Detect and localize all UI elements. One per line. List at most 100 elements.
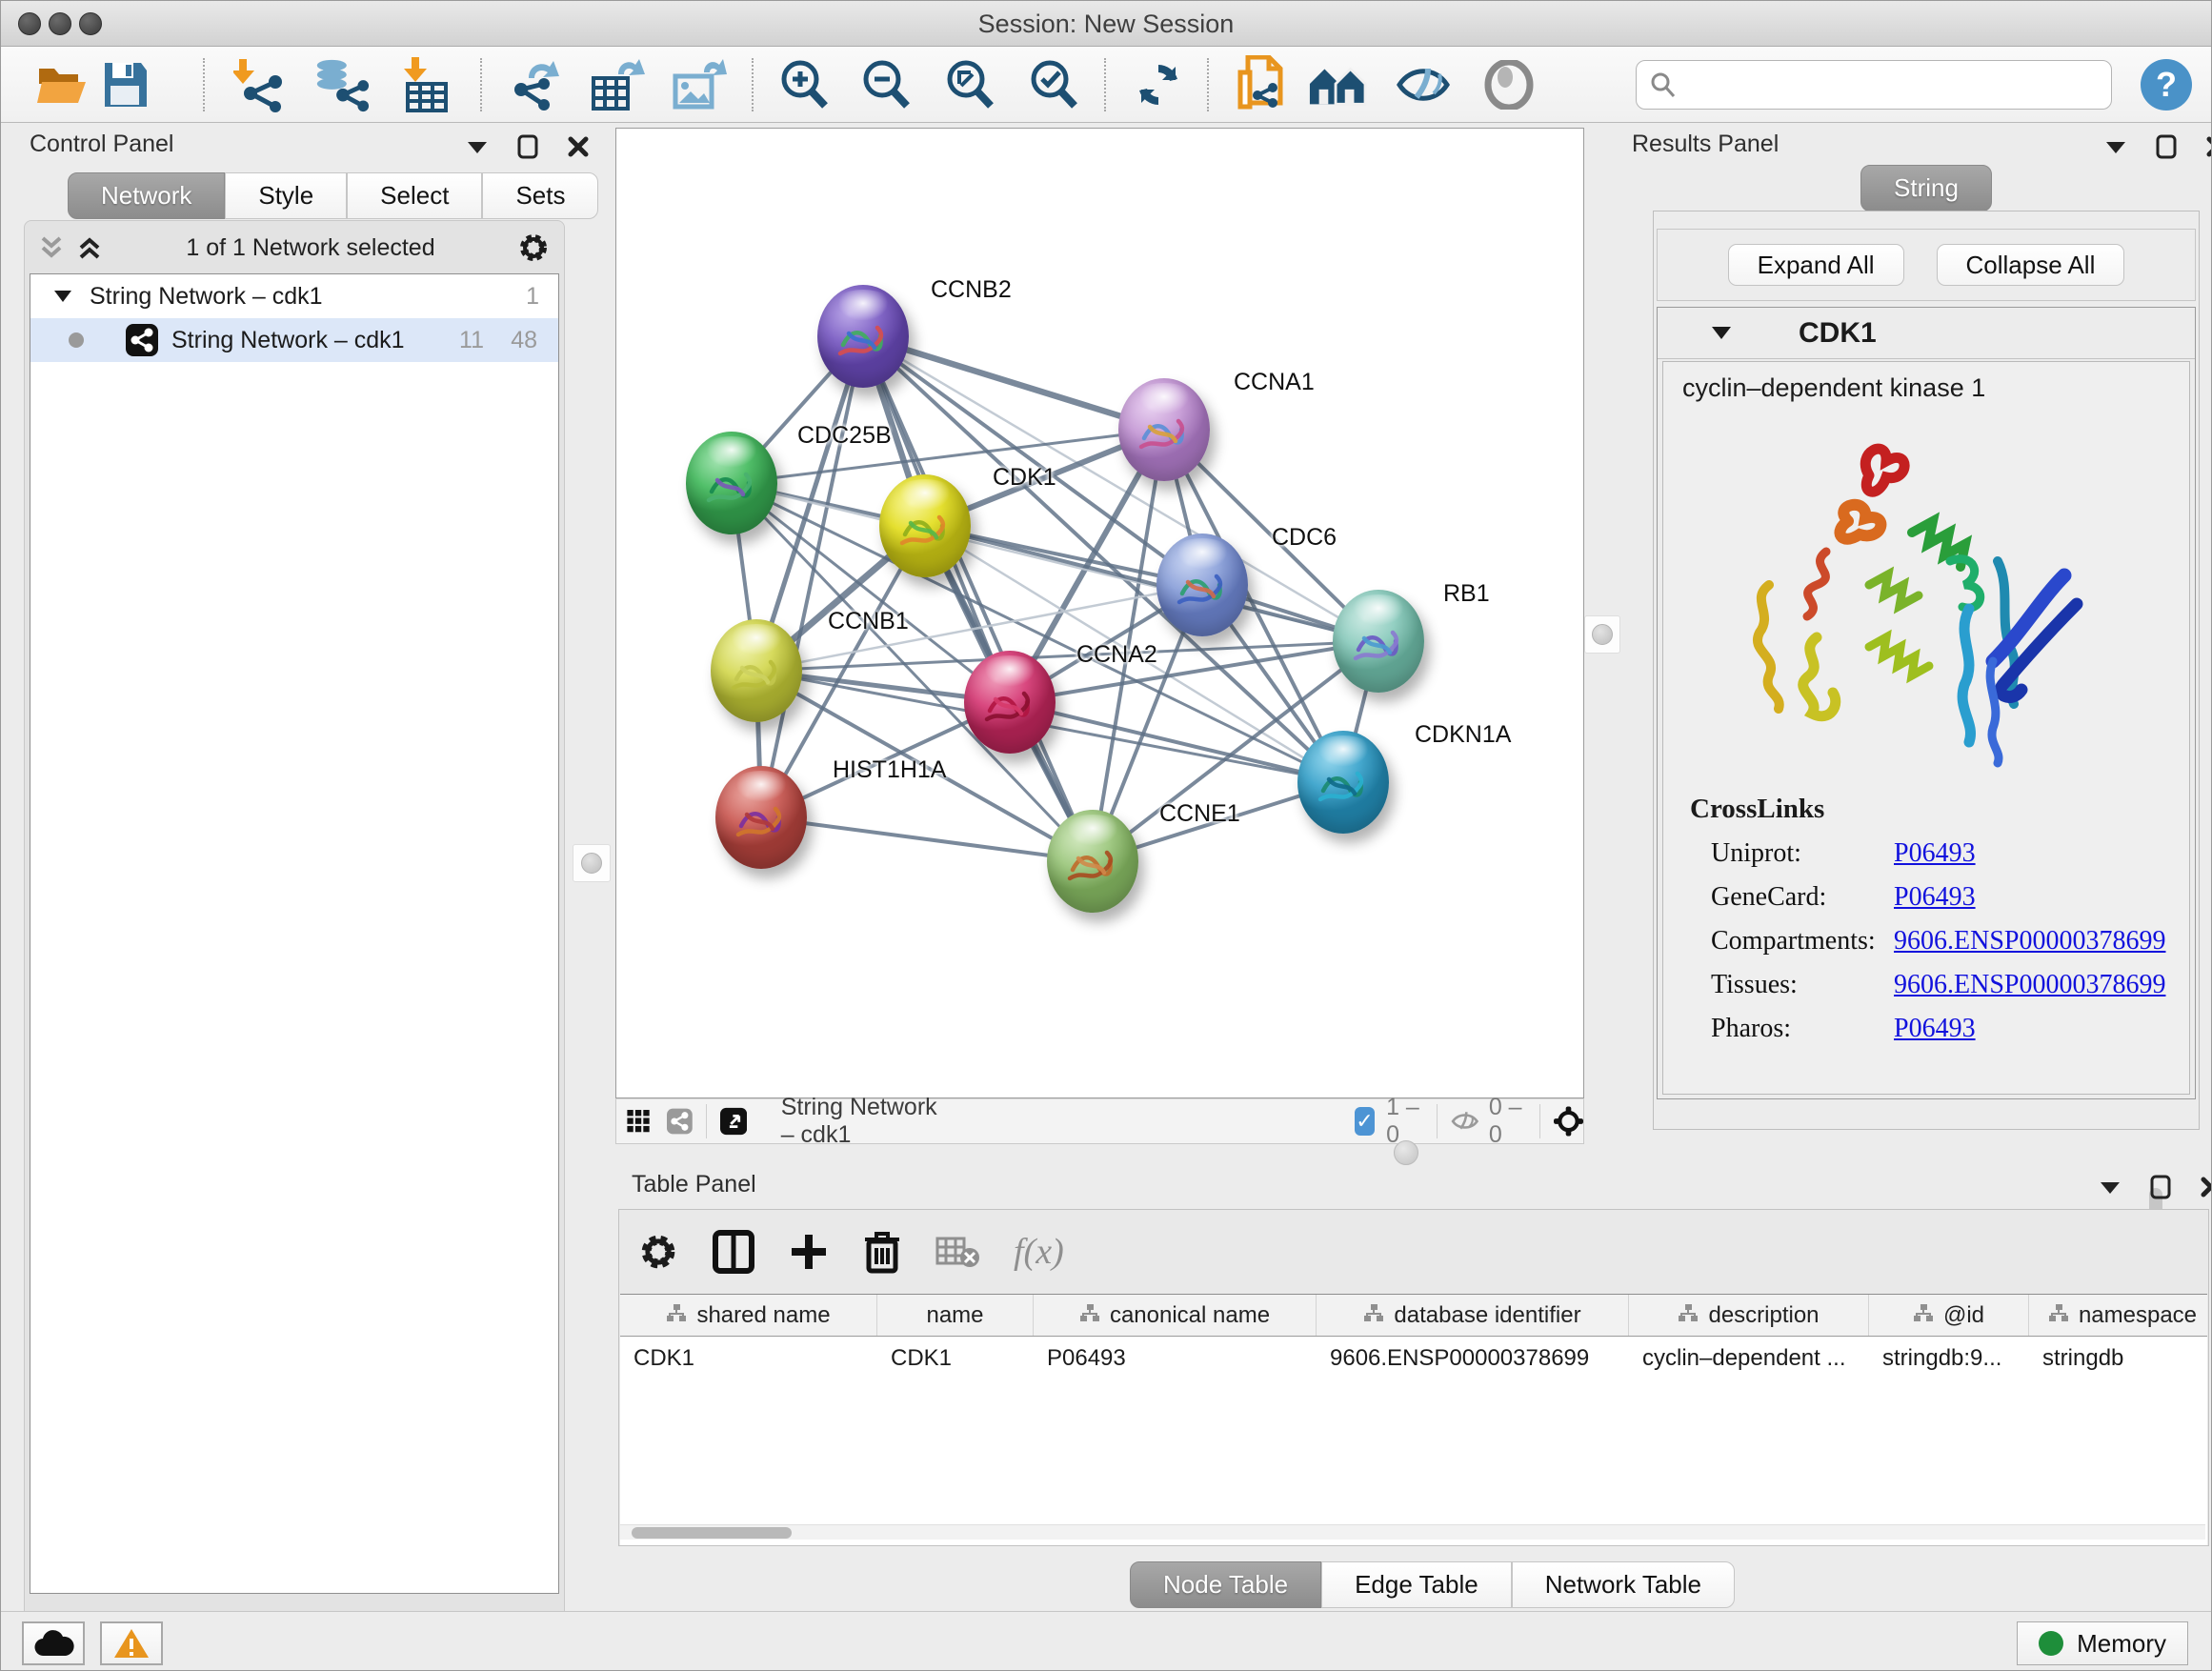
string-import-button[interactable] (1232, 56, 1291, 113)
table-hscrollbar-thumb[interactable] (632, 1527, 792, 1539)
edge-CCNB2-HIST1H1A[interactable] (761, 336, 863, 817)
table-cell[interactable]: CDK1 (877, 1337, 1034, 1380)
node-RB1[interactable] (1333, 590, 1424, 693)
network-tree-child-row[interactable]: String Network – cdk1 11 48 (30, 318, 558, 362)
table-cell[interactable]: stringdb:9... (1869, 1337, 2029, 1380)
table-cell[interactable]: stringdb (2029, 1337, 2207, 1380)
table-row[interactable]: CDK1CDK1P064939606.ENSP00000378699cyclin… (620, 1337, 2207, 1380)
close-panel-icon[interactable] (2200, 1176, 2212, 1198)
show-columns-icon[interactable] (713, 1230, 754, 1274)
tab-sets[interactable]: Sets (482, 172, 598, 219)
tab-node-table[interactable]: Node Table (1130, 1561, 1321, 1608)
tab-edge-table[interactable]: Edge Table (1321, 1561, 1512, 1608)
left-splitter-handle[interactable] (573, 844, 611, 882)
network-tree-root-row[interactable]: String Network – cdk1 1 (30, 274, 558, 318)
expander-icon[interactable] (53, 290, 72, 303)
export-table-button[interactable] (588, 56, 647, 113)
crosslink-link[interactable]: P06493 (1894, 838, 1976, 868)
table-cell[interactable]: cyclin–dependent ... (1629, 1337, 1869, 1380)
collapse-all-icon[interactable] (37, 235, 66, 260)
node-CDC6[interactable] (1156, 534, 1248, 636)
column-header-sharedname[interactable]: shared name (620, 1295, 877, 1336)
collapse-section-icon[interactable] (1711, 326, 1732, 340)
tab-network-table[interactable]: Network Table (1512, 1561, 1735, 1608)
delete-column-icon[interactable] (863, 1230, 901, 1274)
delete-table-icon[interactable] (935, 1235, 979, 1269)
enhanced-graphics-toggle-button[interactable] (1394, 56, 1453, 113)
right-splitter-handle[interactable] (1584, 615, 1620, 654)
gear-icon[interactable] (517, 232, 550, 264)
fit-content-crosshair-icon[interactable] (1554, 1100, 1583, 1142)
expand-all-icon[interactable] (75, 235, 104, 260)
close-panel-icon[interactable] (2205, 135, 2212, 158)
table-gear-icon[interactable] (638, 1232, 678, 1272)
crosslink-link[interactable]: P06493 (1894, 1014, 1976, 1043)
panel-menu-icon[interactable] (2104, 139, 2127, 154)
node-CDKN1A[interactable] (1297, 731, 1389, 834)
node-CDC25B[interactable] (686, 432, 777, 534)
network-view-share-icon[interactable] (667, 1103, 693, 1139)
float-panel-icon[interactable] (2150, 1175, 2171, 1199)
table-cell[interactable]: 9606.ENSP00000378699 (1317, 1337, 1629, 1380)
import-table-button[interactable] (395, 56, 454, 113)
close-panel-icon[interactable] (567, 135, 590, 158)
expand-all-button[interactable]: Expand All (1728, 244, 1904, 286)
tab-network[interactable]: Network (68, 172, 225, 219)
column-header-databaseidentifier[interactable]: database identifier (1317, 1295, 1629, 1336)
table-cell[interactable]: P06493 (1034, 1337, 1317, 1380)
save-session-button[interactable] (96, 56, 155, 113)
collapse-all-button[interactable]: Collapse All (1937, 244, 2125, 286)
search-input[interactable] (1677, 70, 2111, 99)
birds-eye-view-icon[interactable] (720, 1102, 747, 1140)
grid-view-icon[interactable] (626, 1103, 652, 1139)
help-button[interactable]: ? (2137, 56, 2196, 113)
export-image-button[interactable] (670, 56, 729, 113)
function-builder-icon[interactable]: f(x) (1014, 1231, 1064, 1273)
import-network-button[interactable] (231, 56, 291, 113)
edge-HIST1H1A-CCNE1[interactable] (761, 817, 1093, 861)
results-tab-string[interactable]: String (1860, 165, 1992, 211)
node-CCNE1[interactable] (1047, 810, 1138, 913)
gene-section-header[interactable]: CDK1 (1658, 308, 2195, 359)
panel-menu-icon[interactable] (2099, 1179, 2122, 1195)
selected-nodes-checkbox[interactable]: ✓ (1355, 1107, 1375, 1136)
crosslink-link[interactable]: 9606.ENSP00000378699 (1894, 926, 2165, 956)
column-header-namespace[interactable]: namespace (2029, 1295, 2207, 1336)
table-import-icon (400, 57, 450, 112)
cloud-button[interactable] (22, 1621, 85, 1665)
open-session-button[interactable] (33, 56, 92, 113)
apply-layout-button[interactable] (1129, 56, 1188, 113)
float-panel-icon[interactable] (517, 134, 538, 159)
show-hide-graphics-button[interactable] (1479, 56, 1538, 113)
tab-select[interactable]: Select (347, 172, 482, 219)
node-CCNA2[interactable] (964, 651, 1056, 754)
network-canvas[interactable]: CCNB2CCNA1CDC25BCDK1CDC6RB1CCNB1CCNA2CDK… (615, 128, 1584, 1098)
zoom-selected-button[interactable] (1024, 56, 1083, 113)
node-CCNA1[interactable] (1118, 378, 1210, 481)
import-network-from-database-button[interactable] (312, 56, 371, 113)
zoom-fit-button[interactable] (940, 56, 999, 113)
export-network-button[interactable] (506, 56, 565, 113)
crosslink-link[interactable]: P06493 (1894, 882, 1976, 912)
warnings-button[interactable] (100, 1621, 163, 1665)
tab-style[interactable]: Style (225, 172, 347, 219)
node-table[interactable]: shared namenamecanonical namedatabase id… (620, 1294, 2207, 1545)
memory-button[interactable]: Memory (2017, 1621, 2188, 1665)
node-HIST1H1A[interactable] (715, 766, 807, 869)
table-cell[interactable]: CDK1 (620, 1337, 877, 1380)
zoom-out-button[interactable] (856, 56, 915, 113)
float-panel-icon[interactable] (2156, 134, 2177, 159)
zoom-in-button[interactable] (774, 56, 834, 113)
table-hscrollbar[interactable] (620, 1524, 2205, 1540)
node-CCNB1[interactable] (711, 619, 802, 722)
add-column-icon[interactable] (789, 1232, 829, 1272)
node-CDK1[interactable] (879, 474, 971, 577)
column-header-name[interactable]: name (877, 1295, 1034, 1336)
panel-menu-icon[interactable] (466, 139, 489, 154)
crosslink-link[interactable]: 9606.ENSP00000378699 (1894, 970, 2165, 999)
column-header-canonicalname[interactable]: canonical name (1034, 1295, 1317, 1336)
column-header-id[interactable]: @id (1869, 1295, 2029, 1336)
node-CCNB2[interactable] (817, 285, 909, 388)
string-home-button[interactable] (1308, 56, 1367, 113)
column-header-description[interactable]: description (1629, 1295, 1869, 1336)
